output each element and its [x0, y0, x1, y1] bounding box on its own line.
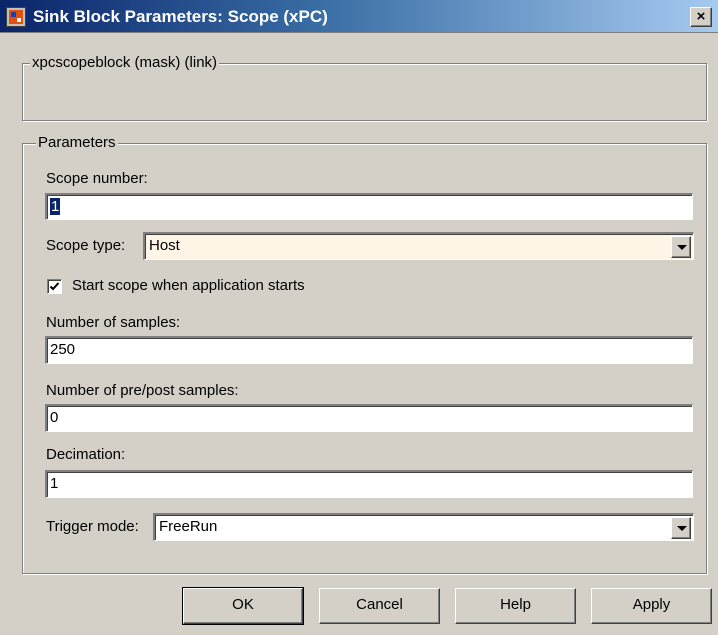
help-button[interactable]: Help — [455, 588, 576, 624]
decimation-input[interactable]: 1 — [45, 470, 693, 498]
trigger-mode-value: FreeRun — [159, 518, 218, 535]
num-prepost-label: Number of pre/post samples: — [46, 382, 239, 399]
trigger-mode-select[interactable]: FreeRun — [153, 513, 694, 541]
decimation-value: 1 — [50, 475, 59, 492]
chevron-down-icon[interactable] — [671, 236, 691, 258]
start-scope-checkbox[interactable] — [47, 279, 62, 294]
num-samples-input[interactable]: 250 — [45, 336, 693, 364]
mask-description-legend: xpcscopeblock (mask) (link) — [30, 54, 220, 71]
cancel-button[interactable]: Cancel — [319, 588, 440, 624]
checkmark-icon — [49, 282, 60, 291]
title-bar[interactable]: Sink Block Parameters: Scope (xPC) × — [0, 0, 718, 33]
window-title: Sink Block Parameters: Scope (xPC) — [33, 7, 328, 26]
close-button[interactable]: × — [690, 7, 712, 27]
scope-type-select[interactable]: Host — [143, 232, 694, 260]
scope-number-input[interactable]: 1 — [45, 193, 693, 220]
scope-type-value: Host — [149, 237, 180, 254]
chevron-down-icon[interactable] — [671, 517, 691, 539]
num-samples-label: Number of samples: — [46, 314, 181, 331]
parameters-legend: Parameters — [36, 134, 118, 151]
scope-number-label: Scope number: — [46, 170, 148, 187]
mask-description-group: xpcscopeblock (mask) (link) — [22, 54, 707, 121]
close-icon: × — [696, 8, 706, 25]
decimation-label: Decimation: — [46, 446, 126, 463]
num-prepost-input[interactable]: 0 — [45, 404, 693, 432]
start-scope-label[interactable]: Start scope when application starts — [72, 277, 305, 294]
num-samples-value: 250 — [50, 341, 76, 358]
scope-number-value: 1 — [50, 198, 61, 215]
ok-button[interactable]: OK — [182, 587, 304, 625]
simulink-block-icon — [6, 7, 26, 27]
num-prepost-value: 0 — [50, 409, 59, 426]
trigger-mode-label: Trigger mode: — [46, 518, 139, 535]
apply-button[interactable]: Apply — [591, 588, 712, 624]
scope-type-label: Scope type: — [46, 237, 126, 254]
